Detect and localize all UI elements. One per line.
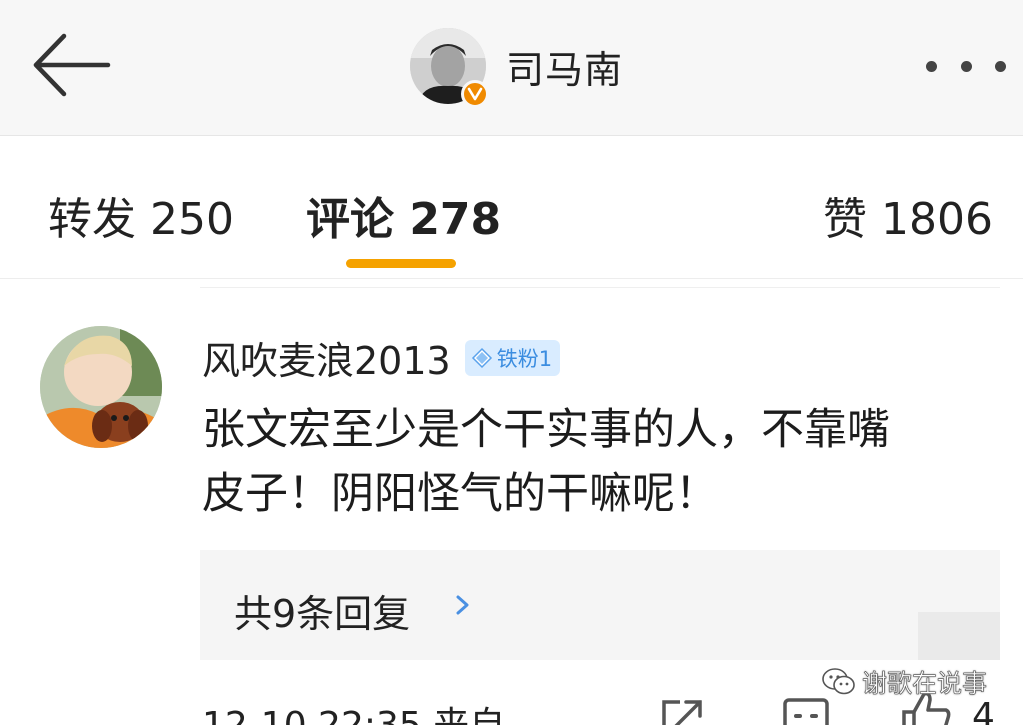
share-icon (662, 700, 702, 725)
more-dot (995, 60, 1006, 72)
view-replies-button[interactable]: 共9条回复 (200, 550, 1000, 660)
divider (200, 287, 1000, 288)
more-horizontal-icon (926, 60, 937, 72)
tab-likes[interactable]: 赞 1806 (823, 183, 993, 247)
more-dot (960, 60, 972, 72)
comment-text-line: 皮子！阴阳怪气的干嘛呢！ (202, 469, 718, 519)
commenter-avatar[interactable] (40, 326, 162, 448)
profile-header[interactable]: 司马南 (410, 26, 623, 106)
like-count: 4 (972, 696, 995, 725)
back-button[interactable] (28, 30, 112, 100)
tab-reposts[interactable]: 转发 250 (48, 183, 234, 247)
reply-button[interactable] (782, 696, 830, 725)
diamond-icon (471, 347, 492, 368)
fan-level-badge[interactable]: 铁粉1 (464, 339, 561, 376)
chevron-right-icon (456, 595, 469, 615)
arrow-left-icon (33, 33, 111, 97)
comment-icon (783, 698, 829, 725)
comment-timestamp: 12-10 22:35 来自 (202, 696, 505, 725)
comment-author-row: 风吹麦浪2013 铁粉1 (202, 330, 561, 385)
wechat-logo-icon (822, 668, 855, 695)
comment-username[interactable]: 风吹麦浪2013 (202, 330, 451, 385)
replies-count-label: 共9条回复 (234, 592, 411, 636)
comment-text: 张文宏至少是个干实事的人，不靠嘴 皮子！阴阳怪气的干嘛呢！ (202, 398, 1002, 526)
more-button[interactable] (926, 56, 1006, 76)
top-navigation-bar: 司马南 (0, 0, 1023, 136)
page-title: 司马南 (506, 47, 624, 92)
watermark-stamp (918, 612, 1000, 660)
share-button[interactable] (660, 696, 706, 725)
verified-badge-icon (461, 80, 489, 108)
watermark: 谢歌在说事 (822, 664, 987, 700)
comment-text-line: 张文宏至少是个干实事的人，不靠嘴 (202, 405, 890, 455)
active-tab-indicator (346, 259, 456, 268)
watermark-text: 谢歌在说事 (862, 669, 988, 699)
fan-badge-label: 铁粉1 (496, 346, 553, 371)
tab-comments[interactable]: 评论 278 (306, 183, 501, 247)
post-tabs: 转发 250 评论 278 赞 1806 (0, 137, 1023, 279)
